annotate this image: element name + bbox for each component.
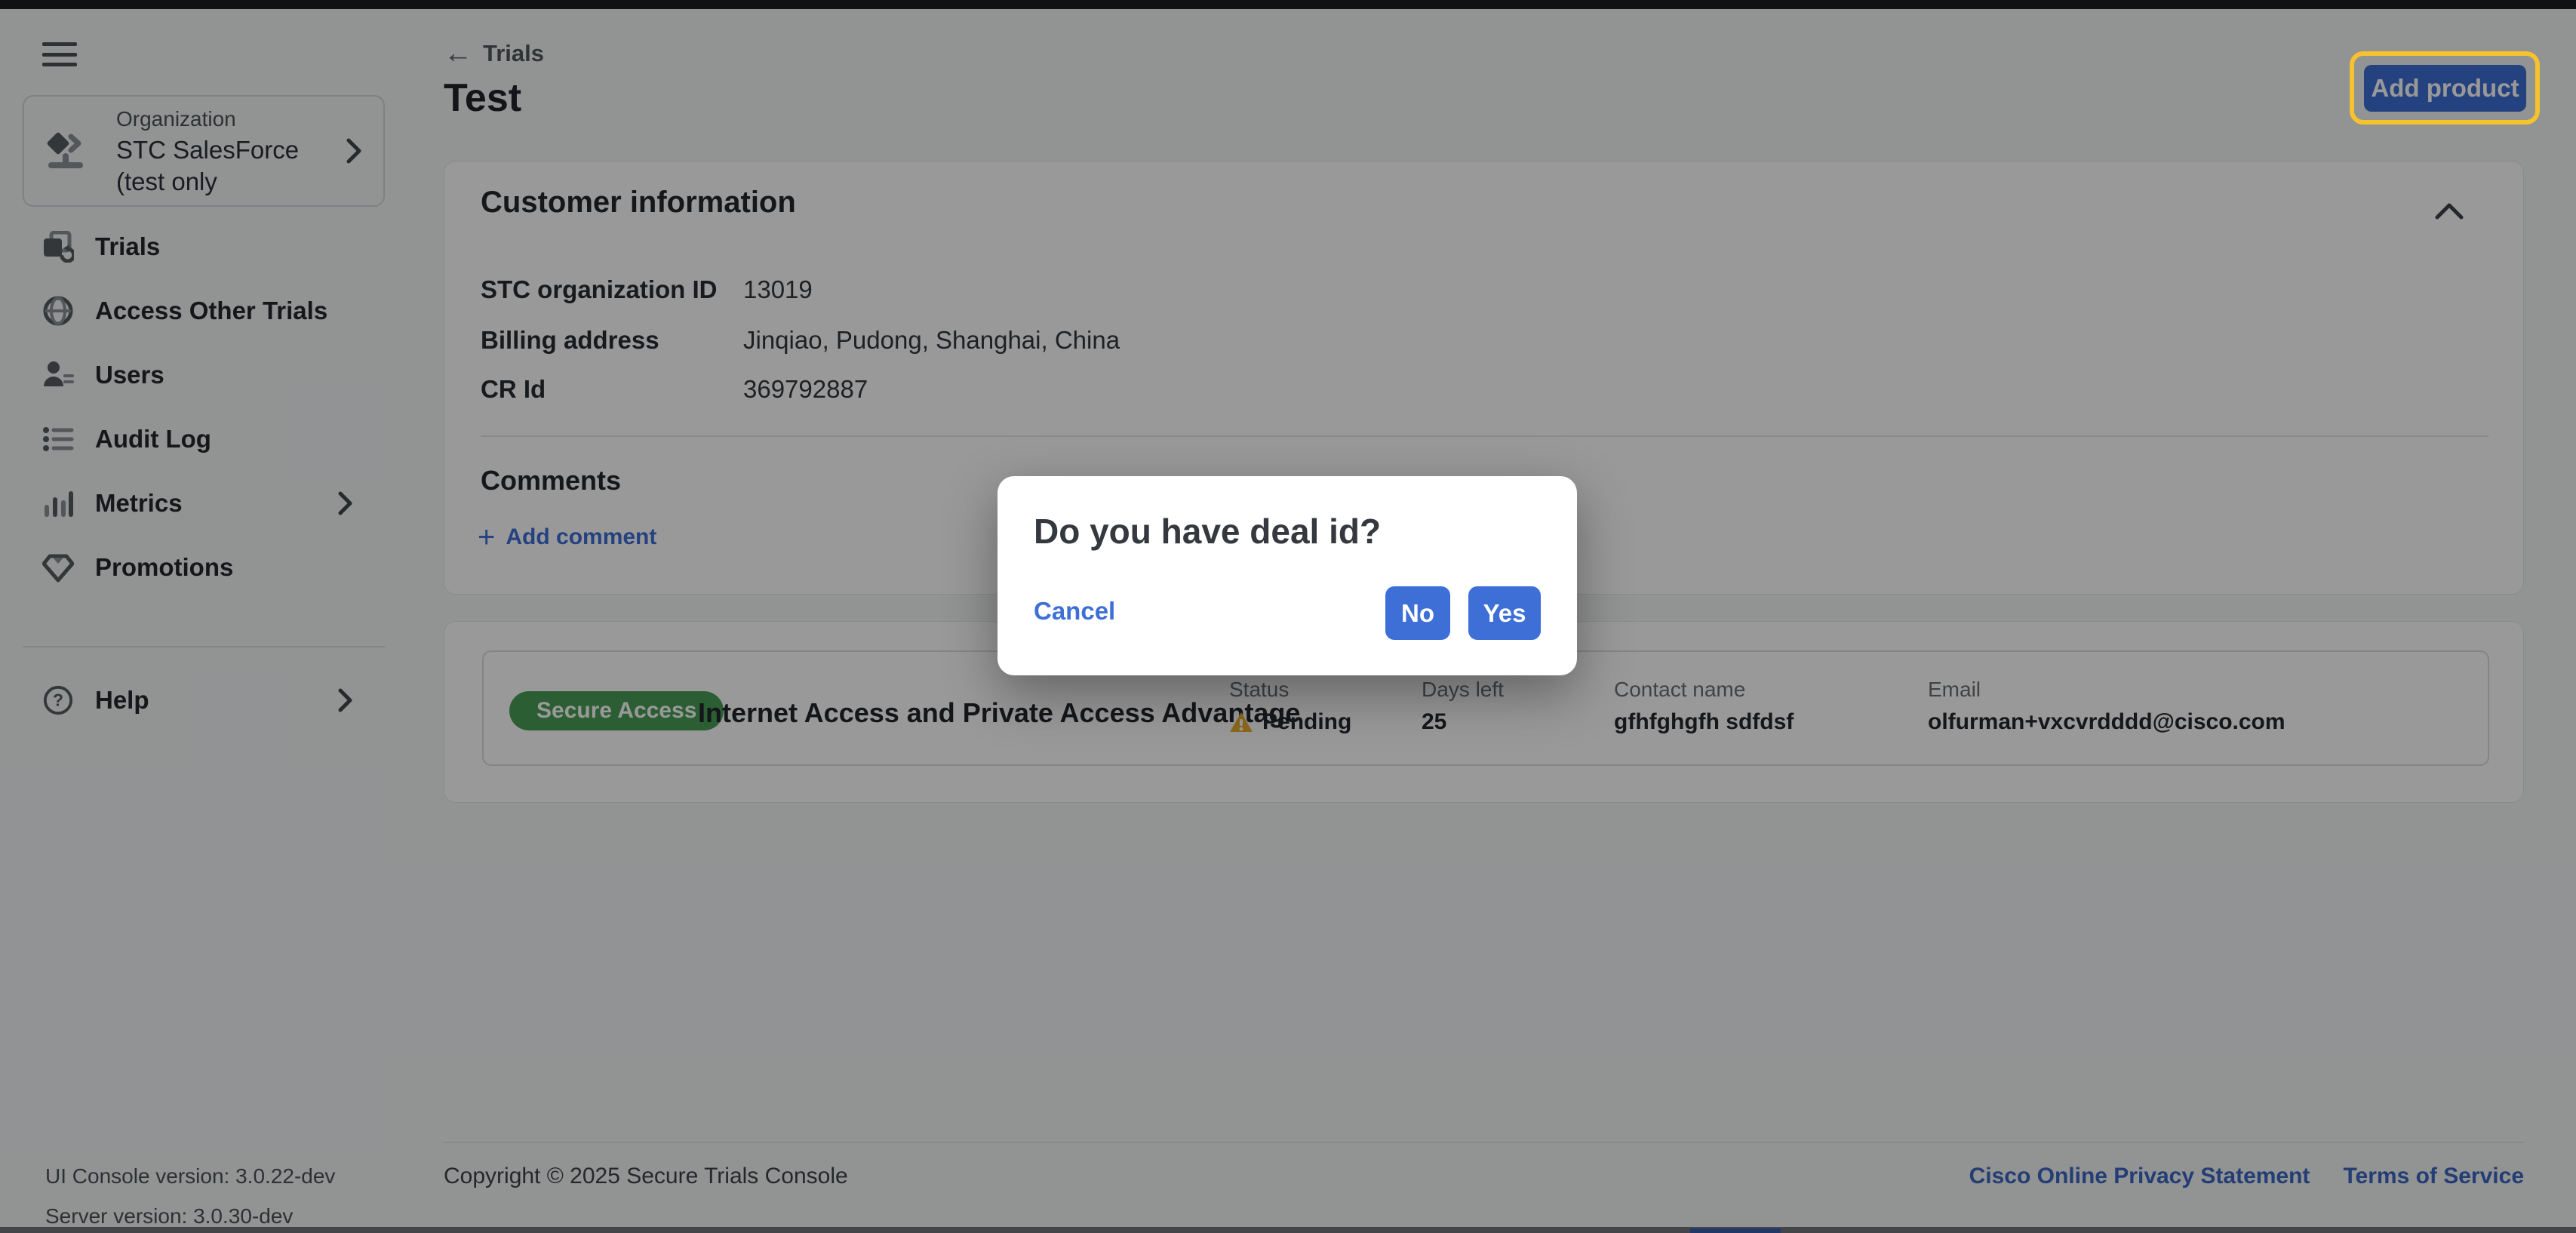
app-root: Organization STC SalesForce (test only T…: [0, 0, 2576, 1233]
dialog-title: Do you have deal id?: [1034, 511, 1381, 552]
no-button[interactable]: No: [1385, 586, 1450, 640]
deal-id-dialog: Do you have deal id? Cancel No Yes: [998, 476, 1577, 675]
cancel-button[interactable]: Cancel: [1034, 597, 1115, 626]
yes-button[interactable]: Yes: [1468, 586, 1541, 640]
